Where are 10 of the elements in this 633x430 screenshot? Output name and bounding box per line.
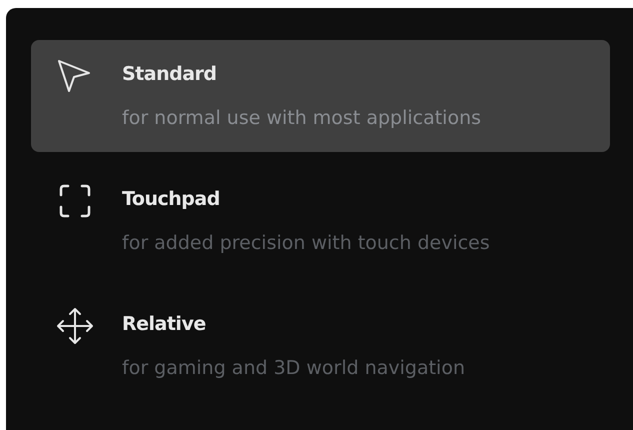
option-description: for added precision with touch devices: [122, 231, 490, 256]
mode-option[interactable]: Relative for gaming and 3D world navigation: [31, 290, 610, 402]
option-title: Standard: [122, 62, 218, 87]
option-title: Relative: [122, 312, 207, 337]
move-arrows-icon: [55, 306, 95, 346]
option-description: for normal use with most applications: [122, 106, 482, 131]
mode-option[interactable]: Standard for normal use with most applications: [31, 40, 610, 152]
mode-option[interactable]: Touchpad for added precision with touch devices: [31, 165, 610, 277]
option-description: for gaming and 3D world navigation: [122, 356, 466, 381]
option-title: Touchpad: [122, 187, 221, 212]
